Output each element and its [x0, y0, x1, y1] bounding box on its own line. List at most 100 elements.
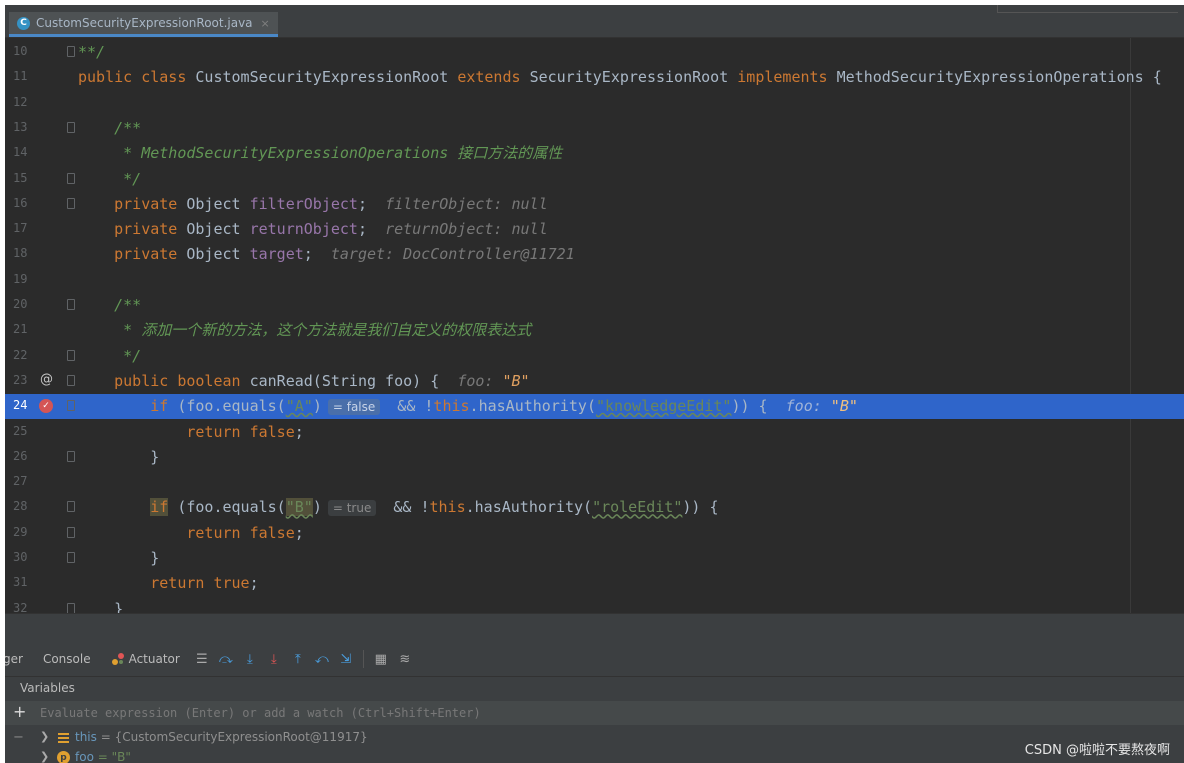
line-number[interactable]: 28 — [13, 499, 33, 513]
code-token: filterObject: null — [385, 194, 548, 213]
line-number[interactable]: 15 — [13, 171, 33, 185]
code-line[interactable]: 15 */ — [5, 167, 1184, 192]
code-text: private Object returnObject; returnObjec… — [78, 219, 548, 239]
variable-row-foo[interactable]: ❯ p foo = "B" — [5, 748, 1184, 763]
expand-arrow-icon[interactable]: ❯ — [40, 730, 49, 743]
code-token: } — [78, 549, 160, 567]
fold-marker-icon[interactable] — [67, 450, 75, 462]
line-number[interactable]: 27 — [13, 474, 33, 488]
line-number[interactable]: 11 — [13, 69, 33, 83]
code-line[interactable]: 22 */ — [5, 344, 1184, 369]
fold-marker-icon[interactable] — [67, 121, 75, 133]
code-text: private Object filterObject; filterObjec… — [78, 194, 548, 214]
code-line[interactable]: 28 if (foo.equals("B") = true && !this.ha… — [5, 495, 1184, 520]
code-line[interactable]: 25 return false; — [5, 420, 1184, 445]
code-line[interactable]: 11 public class CustomSecurityExpressionR… — [5, 65, 1184, 90]
actuator-icon — [111, 652, 125, 666]
line-number[interactable]: 24 — [13, 398, 33, 412]
evaluate-expression-icon[interactable]: ▦ — [372, 650, 390, 668]
code-line[interactable]: 16 private Object filterObject; filterOb… — [5, 192, 1184, 217]
line-number[interactable]: 22 — [13, 348, 33, 362]
fold-marker-icon[interactable] — [67, 172, 75, 184]
fold-marker-icon[interactable] — [67, 299, 75, 310]
evaluate-expression-input[interactable]: Evaluate expression (Enter) or add a wat… — [40, 706, 481, 720]
code-line[interactable]: 13 /** — [5, 116, 1184, 141]
close-icon[interactable]: × — [261, 17, 270, 30]
line-number[interactable]: 14 — [13, 145, 33, 159]
variable-value: = "B" — [93, 750, 131, 763]
fold-marker-icon[interactable] — [67, 374, 75, 386]
evaluate-expression-row[interactable]: + Evaluate expression (Enter) or add a w… — [5, 701, 1184, 725]
code-line[interactable]: 27 — [5, 470, 1184, 495]
step-out-icon[interactable]: ⤒ — [289, 650, 307, 668]
code-line[interactable]: 19 — [5, 268, 1184, 293]
annotation-icon[interactable]: @ — [40, 372, 53, 387]
fold-marker-icon[interactable] — [67, 602, 75, 614]
run-to-cursor-icon[interactable]: ⇲ — [337, 650, 355, 668]
code-text: if (foo.equals("A") = false && !this.hasA… — [78, 396, 858, 416]
code-token: && ! — [388, 397, 434, 416]
code-token: SecurityExpressionRoot — [529, 68, 738, 87]
fold-marker-icon[interactable] — [67, 526, 75, 538]
code-text: } — [78, 447, 159, 467]
code-line[interactable]: 26 } — [5, 445, 1184, 470]
tab-custom-security-expression-root[interactable]: C CustomSecurityExpressionRoot.java × — [9, 12, 278, 37]
line-number[interactable]: 18 — [13, 246, 33, 260]
line-number[interactable]: 16 — [13, 196, 33, 210]
line-number[interactable]: 31 — [13, 575, 33, 589]
line-number[interactable]: 30 — [13, 550, 33, 564]
step-over-icon[interactable]: ⤼ — [217, 650, 235, 668]
line-number[interactable]: 23 — [13, 373, 33, 387]
variable-row-this[interactable]: ❯ this = {CustomSecurityExpressionRoot@1… — [5, 728, 1184, 748]
code-line[interactable]: 17 private Object returnObject; returnOb… — [5, 217, 1184, 242]
tab-actuator[interactable]: Actuator — [101, 652, 190, 667]
line-number[interactable]: 19 — [13, 272, 33, 286]
code-token: ; — [303, 245, 331, 264]
fold-marker-icon[interactable] — [67, 46, 75, 57]
code-line[interactable]: 21 * 添加一个新的方法，这个方法就是我们自定义的权限表达式 — [5, 318, 1184, 343]
line-number[interactable]: 21 — [13, 322, 33, 336]
fold-marker-icon[interactable] — [67, 197, 75, 209]
variable-name: this — [75, 730, 97, 744]
fold-marker-icon[interactable] — [67, 501, 75, 513]
drop-frame-icon[interactable]: ⤺ — [313, 650, 331, 668]
line-number[interactable]: 12 — [13, 95, 33, 109]
code-editor[interactable]: 10 **/ 11 public class CustomSecurityExpres… — [5, 38, 1184, 618]
code-token: ; — [357, 220, 386, 239]
code-line-current[interactable]: 24 ✓ if (foo.equals("A") = false && !this.… — [5, 394, 1184, 420]
code-line[interactable]: 30 } — [5, 546, 1184, 571]
trace-icon[interactable]: ≋ — [396, 650, 414, 668]
line-number[interactable]: 25 — [13, 424, 33, 438]
line-number[interactable]: 13 — [13, 120, 33, 134]
variable-text: foo = "B" — [75, 750, 131, 763]
fold-marker-icon[interactable] — [67, 349, 75, 361]
line-number[interactable]: 10 — [13, 44, 33, 58]
menu-icon[interactable]: ☰ — [193, 650, 211, 668]
expand-arrow-icon[interactable]: ❯ — [40, 750, 49, 763]
code-text: } — [78, 548, 159, 568]
code-line[interactable]: 23 @ public boolean canRead(String foo) {… — [5, 369, 1184, 394]
line-number[interactable]: 17 — [13, 221, 33, 235]
line-number[interactable]: 20 — [13, 297, 33, 311]
code-line[interactable]: 14 * MethodSecurityExpressionOperations … — [5, 141, 1184, 166]
code-line[interactable]: 20 /** — [5, 293, 1184, 318]
fold-marker-icon[interactable] — [67, 400, 75, 412]
line-number[interactable]: 26 — [13, 449, 33, 463]
force-step-into-icon[interactable]: ⤓ — [265, 650, 283, 668]
tab-debugger[interactable]: ger — [5, 652, 33, 666]
code-line[interactable]: 12 — [5, 91, 1184, 116]
code-line[interactable]: 31 return true; — [5, 571, 1184, 596]
tab-console[interactable]: Console — [33, 652, 101, 666]
line-number[interactable]: 29 — [13, 525, 33, 539]
fold-marker-icon[interactable] — [67, 552, 75, 563]
code-line[interactable]: 29 return false; — [5, 521, 1184, 546]
add-watch-button[interactable]: + — [13, 702, 26, 721]
step-into-icon[interactable]: ⤓ — [241, 650, 259, 668]
breakpoint-icon[interactable]: ✓ — [39, 399, 53, 414]
code-line[interactable]: 10 **/ — [5, 40, 1184, 65]
toolbar-separator — [362, 650, 364, 668]
code-line[interactable]: 18 private Object target; target: DocCon… — [5, 242, 1184, 267]
